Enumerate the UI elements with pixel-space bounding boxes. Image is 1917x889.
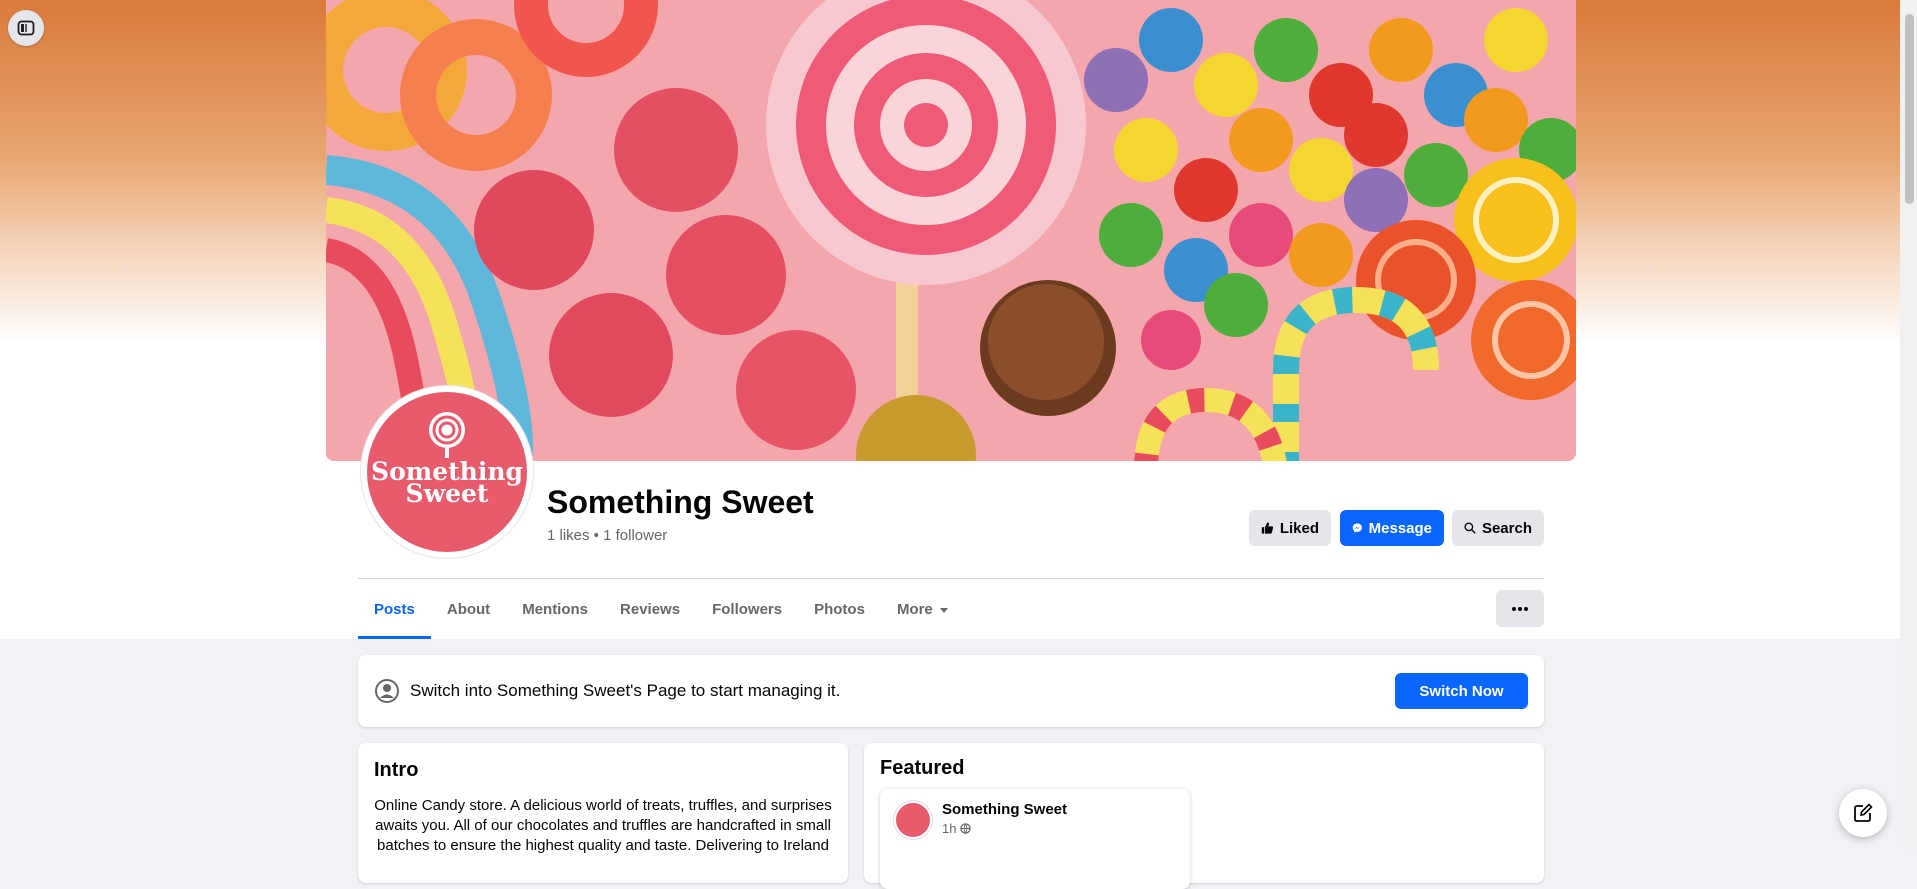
search-label: Search <box>1481 519 1532 537</box>
sidebar-toggle-icon[interactable] <box>8 10 44 46</box>
compose-button[interactable] <box>1839 789 1887 837</box>
message-button[interactable]: Message <box>1340 510 1444 546</box>
messenger-icon <box>1352 523 1362 533</box>
avatar[interactable] <box>894 801 932 839</box>
tab-photos[interactable]: Photos <box>798 580 881 639</box>
logo-wordmark: Something Sweet <box>371 457 523 508</box>
tab-followers[interactable]: Followers <box>696 580 798 639</box>
tab-posts[interactable]: Posts <box>358 580 431 639</box>
switch-page-banner: Switch into Something Sweet's Page to st… <box>358 655 1544 727</box>
switch-now-button[interactable]: Switch Now <box>1395 673 1528 709</box>
featured-card: Featured Something Sweet 1h <box>864 743 1544 889</box>
more-options-button[interactable] <box>1496 590 1544 627</box>
post-timestamp[interactable]: 1h <box>942 821 971 836</box>
intro-text: Online Candy store. A delicious world of… <box>374 797 832 854</box>
thumbs-up-icon <box>1261 522 1274 534</box>
profile-picture[interactable]: Something Sweet <box>361 386 533 558</box>
ellipsis-icon <box>1512 606 1528 611</box>
page-scrollbar[interactable] <box>1900 0 1917 851</box>
tab-about[interactable]: About <box>431 580 506 639</box>
caret-down-icon <box>939 607 948 613</box>
featured-title: Featured <box>880 757 965 779</box>
page-tabs: Posts About Mentions Reviews Followers P… <box>358 580 965 639</box>
page-stats[interactable]: 1 likes • 1 follower <box>547 527 667 544</box>
intro-card: Intro Online Candy store. A delicious wo… <box>358 743 848 883</box>
featured-post[interactable]: Something Sweet 1h <box>880 789 1190 889</box>
cover-photo[interactable] <box>326 0 1576 461</box>
logo: Something Sweet <box>367 392 527 552</box>
search-button[interactable]: Search <box>1452 510 1544 546</box>
search-icon <box>1464 522 1476 534</box>
intro-title: Intro <box>374 759 419 781</box>
tab-more[interactable]: More <box>881 580 965 639</box>
scrollbar-thumb[interactable] <box>1905 14 1914 204</box>
post-author[interactable]: Something Sweet <box>942 801 1067 818</box>
tab-mentions[interactable]: Mentions <box>506 580 604 639</box>
header-divider <box>358 578 1544 579</box>
globe-icon <box>960 823 971 834</box>
post-time-label: 1h <box>942 821 957 836</box>
switch-profile-icon <box>375 679 399 703</box>
lollipop-logo-icon <box>429 412 465 458</box>
compose-icon <box>1854 803 1873 822</box>
tab-reviews[interactable]: Reviews <box>604 580 696 639</box>
switch-banner-text: Switch into Something Sweet's Page to st… <box>410 681 841 700</box>
liked-button[interactable]: Liked <box>1249 510 1331 546</box>
message-label: Message <box>1368 519 1432 537</box>
tab-more-label: More <box>896 601 933 618</box>
page-title: Something Sweet <box>547 484 814 520</box>
liked-label: Liked <box>1279 519 1319 537</box>
